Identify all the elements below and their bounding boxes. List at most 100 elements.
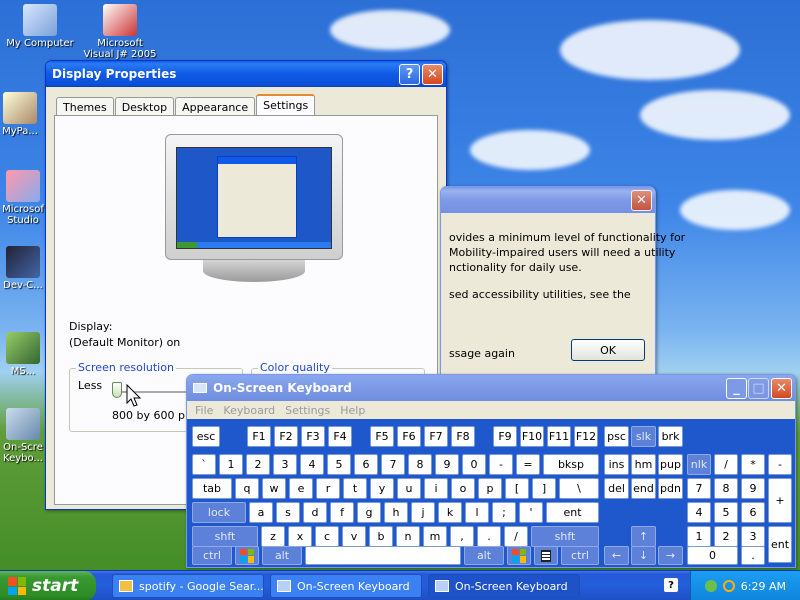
key-right-shift[interactable]: shft [531, 526, 599, 547]
key-num-5[interactable]: 5 [714, 502, 738, 523]
key-f7[interactable]: F7 [424, 426, 448, 447]
key-6[interactable]: 6 [354, 454, 378, 475]
resolution-slider-thumb[interactable] [112, 382, 122, 398]
key-0[interactable]: 0 [462, 454, 486, 475]
title-bar[interactable]: Display Properties ? ✕ [46, 61, 446, 87]
taskbar-item-spotify[interactable]: spotify - Google Sear... [112, 574, 264, 598]
search-icon[interactable] [722, 580, 735, 592]
key-ins[interactable]: ins [604, 454, 629, 475]
key-minus[interactable]: - [489, 454, 513, 475]
key-nlk[interactable]: nlk [687, 454, 711, 475]
key-equals[interactable]: = [516, 454, 540, 475]
key-u[interactable]: u [397, 478, 421, 499]
key-backslash[interactable]: \ [559, 478, 599, 499]
key-caps-lock[interactable]: lock [192, 502, 246, 523]
tab-appearance[interactable]: Appearance [175, 97, 256, 116]
key-num-enter[interactable]: ent [768, 526, 792, 563]
key-left-shift[interactable]: shft [192, 526, 258, 547]
desktop-icon-my-computer[interactable]: My Computer [2, 4, 78, 49]
key-left-arrow[interactable]: ← [604, 546, 629, 565]
dialog-close-button[interactable]: ✕ [631, 190, 652, 211]
key-8[interactable]: 8 [408, 454, 432, 475]
key-right-alt[interactable]: alt [464, 546, 504, 565]
key-esc[interactable]: esc [192, 426, 220, 447]
key-num-divide[interactable]: / [714, 454, 738, 475]
taskbar-item-osk-2[interactable]: On-Screen Keyboard [428, 574, 580, 598]
key-s[interactable]: s [276, 502, 300, 523]
key-7[interactable]: 7 [381, 454, 405, 475]
menu-settings[interactable]: Settings [285, 404, 330, 417]
key-2[interactable]: 2 [246, 454, 270, 475]
start-button[interactable]: start [0, 571, 96, 600]
key-f9[interactable]: F9 [493, 426, 517, 447]
key-a[interactable]: a [249, 502, 273, 523]
key-f[interactable]: f [330, 502, 354, 523]
key-4[interactable]: 4 [300, 454, 324, 475]
key-num-0[interactable]: 0 [687, 546, 738, 565]
key-tab[interactable]: tab [192, 478, 232, 499]
clock[interactable]: 6:29 AM [741, 580, 786, 593]
key-space[interactable] [305, 546, 461, 565]
key-end[interactable]: end [631, 478, 656, 499]
key-semicolon[interactable]: ; [492, 502, 516, 523]
menu-help[interactable]: Help [340, 404, 365, 417]
key-right-arrow[interactable]: → [658, 546, 683, 565]
close-button[interactable]: ✕ [422, 64, 443, 85]
key-num-9[interactable]: 9 [741, 478, 765, 499]
key-num-2[interactable]: 2 [714, 526, 738, 547]
help-tray-icon[interactable]: ? [664, 578, 678, 592]
key-v[interactable]: v [342, 526, 366, 547]
help-button[interactable]: ? [399, 64, 420, 85]
key-o[interactable]: o [451, 478, 475, 499]
key-e[interactable]: e [289, 478, 313, 499]
key-f4[interactable]: F4 [328, 426, 352, 447]
key-g[interactable]: g [357, 502, 381, 523]
key-rbracket[interactable]: ] [532, 478, 556, 499]
key-n[interactable]: n [396, 526, 420, 547]
key-down-arrow[interactable]: ↓ [631, 546, 656, 565]
key-m[interactable]: m [423, 526, 447, 547]
menu-keyboard[interactable]: Keyboard [223, 404, 275, 417]
key-slash[interactable]: / [504, 526, 528, 547]
tab-themes[interactable]: Themes [56, 97, 114, 116]
key-num-6[interactable]: 6 [741, 502, 765, 523]
key-l[interactable]: l [465, 502, 489, 523]
key-left-alt[interactable]: alt [262, 546, 302, 565]
osk-close-button[interactable]: ✕ [771, 378, 792, 399]
desktop-icon-mypaint[interactable]: MyPa... [0, 92, 50, 137]
key-num-decimal[interactable]: . [741, 546, 765, 565]
key-menu[interactable] [534, 546, 558, 565]
key-3[interactable]: 3 [273, 454, 297, 475]
key-num-3[interactable]: 3 [741, 526, 765, 547]
key-del[interactable]: del [604, 478, 629, 499]
key-lbracket[interactable]: [ [505, 478, 529, 499]
key-right-ctrl[interactable]: ctrl [561, 546, 599, 565]
key-f8[interactable]: F8 [451, 426, 475, 447]
key-backtick[interactable]: ` [192, 454, 216, 475]
key-t[interactable]: t [343, 478, 367, 499]
key-right-win[interactable] [507, 546, 531, 565]
taskbar-item-osk-1[interactable]: On-Screen Keyboard [270, 574, 422, 598]
key-9[interactable]: 9 [435, 454, 459, 475]
key-pdn[interactable]: pdn [658, 478, 683, 499]
key-j[interactable]: j [411, 502, 435, 523]
key-h[interactable]: h [384, 502, 408, 523]
key-q[interactable]: q [235, 478, 259, 499]
key-num-1[interactable]: 1 [687, 526, 711, 547]
key-num-4[interactable]: 4 [687, 502, 711, 523]
key-z[interactable]: z [261, 526, 285, 547]
key-left-win[interactable] [235, 546, 259, 565]
key-f11[interactable]: F11 [547, 426, 571, 447]
key-x[interactable]: x [288, 526, 312, 547]
key-enter[interactable]: ent [546, 502, 599, 523]
key-f10[interactable]: F10 [520, 426, 544, 447]
key-psc[interactable]: psc [604, 426, 629, 447]
ok-button[interactable]: OK [571, 339, 645, 361]
tab-settings[interactable]: Settings [256, 94, 316, 116]
key-i[interactable]: i [424, 478, 448, 499]
dialog-title-bar[interactable]: ✕ [441, 187, 655, 213]
network-icon[interactable] [704, 580, 717, 592]
key-5[interactable]: 5 [327, 454, 351, 475]
key-r[interactable]: r [316, 478, 340, 499]
key-f12[interactable]: F12 [574, 426, 598, 447]
